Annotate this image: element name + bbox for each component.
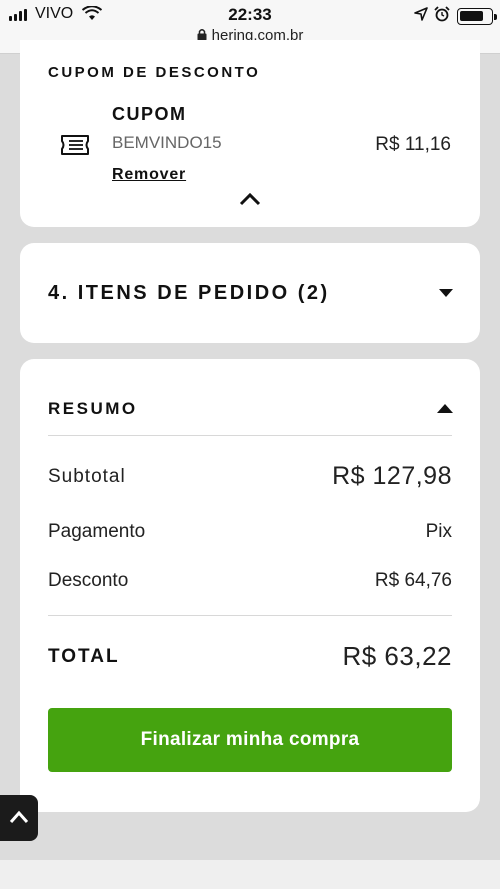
divider bbox=[48, 435, 452, 436]
payment-label: Pagamento bbox=[48, 521, 146, 542]
coupon-card: CUPOM DE DESCONTO CUPOM BEMVINDO15 R$ 11… bbox=[20, 40, 480, 227]
order-items-title: 4. ITENS DE PEDIDO (2) bbox=[48, 282, 330, 304]
total-label: TOTAL bbox=[48, 646, 120, 667]
chevron-up-icon[interactable] bbox=[239, 192, 261, 206]
finalize-purchase-button[interactable]: Finalizar minha compra bbox=[48, 708, 452, 772]
ticket-icon bbox=[61, 135, 89, 155]
summary-title: RESUMO bbox=[48, 399, 138, 418]
battery-icon bbox=[457, 8, 497, 25]
caret-up-icon[interactable] bbox=[437, 404, 453, 413]
scroll-to-top-button[interactable] bbox=[0, 795, 38, 841]
location-arrow-icon bbox=[414, 7, 428, 21]
discount-label: Desconto bbox=[48, 570, 129, 591]
coupon-label: CUPOM bbox=[112, 104, 187, 124]
remove-coupon-link[interactable]: Remover bbox=[112, 166, 186, 184]
divider bbox=[48, 615, 452, 616]
alarm-icon bbox=[434, 6, 450, 22]
caret-down-icon[interactable] bbox=[439, 289, 453, 297]
bottom-toolbar bbox=[0, 860, 500, 889]
total-value: R$ 63,22 bbox=[342, 641, 452, 671]
summary-card: RESUMO Subtotal R$ 127,98 Pagamento Pix … bbox=[20, 359, 480, 812]
discount-value: R$ 64,76 bbox=[374, 570, 452, 591]
subtotal-label: Subtotal bbox=[48, 466, 126, 487]
chevron-up-icon bbox=[9, 810, 29, 823]
coupon-value: R$ 11,16 bbox=[375, 134, 451, 155]
payment-value: Pix bbox=[425, 521, 452, 542]
order-items-card[interactable]: 4. ITENS DE PEDIDO (2) bbox=[20, 243, 480, 343]
coupon-code: BEMVINDO15 bbox=[112, 133, 222, 152]
subtotal-value: R$ 127,98 bbox=[332, 462, 452, 490]
coupon-section-title: CUPOM DE DESCONTO bbox=[48, 64, 261, 81]
